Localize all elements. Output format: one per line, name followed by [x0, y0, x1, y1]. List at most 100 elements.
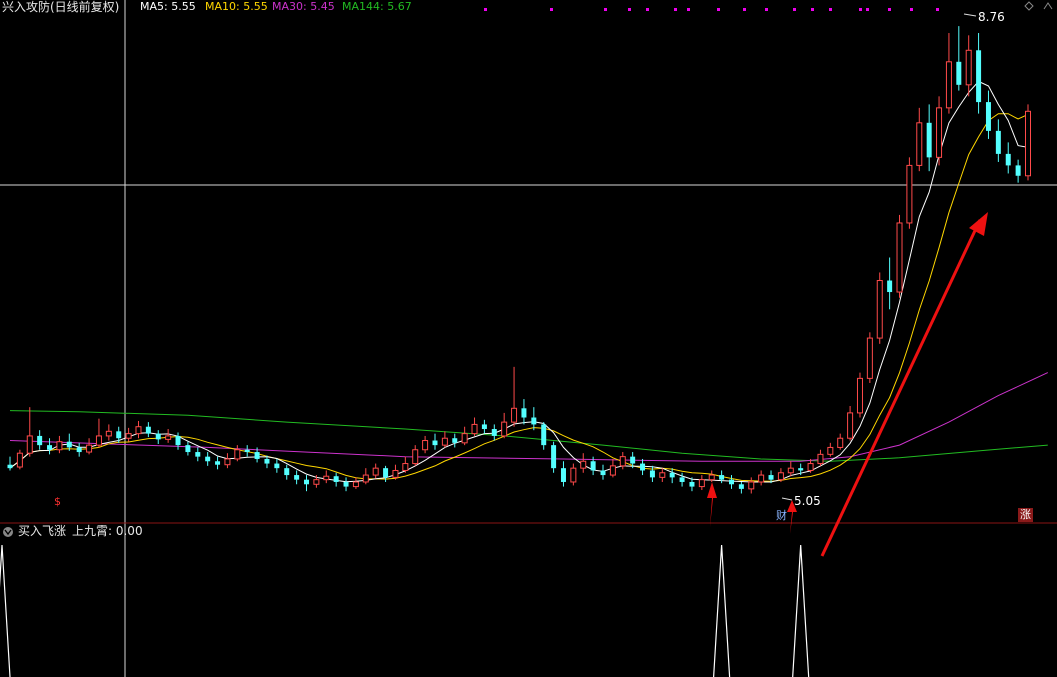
candle-body: [56, 441, 63, 451]
candle-body: [600, 470, 606, 476]
candle: [777, 468, 784, 482]
candle-body: [698, 479, 705, 488]
candle: [392, 464, 399, 480]
candle-body: [817, 453, 824, 465]
kline-chart: 兴入攻防 (日线前复权) MA5: 5.55 MA10: 5.55 MA30: …: [0, 0, 1057, 677]
candle-body: [224, 458, 231, 466]
candle-body: [541, 424, 547, 446]
candle: [412, 445, 419, 466]
candle: [738, 481, 744, 494]
candle-body: [234, 449, 241, 460]
candle-body: [798, 468, 804, 471]
candle-body: [719, 475, 725, 480]
candle-body: [580, 460, 587, 469]
candle: [936, 96, 943, 166]
candle: [16, 449, 23, 470]
candle-body: [343, 481, 349, 487]
trend-arrow-head: [969, 212, 988, 236]
diamond-icon[interactable]: [1024, 1, 1034, 11]
candle: [995, 119, 1001, 162]
signal-spike-0: [0, 544, 11, 677]
candle-body: [402, 463, 409, 471]
candle-body: [491, 429, 497, 436]
candle-body: [689, 481, 695, 487]
candle: [175, 432, 181, 450]
candle-body: [254, 452, 260, 459]
low-price-label: 5.05: [794, 494, 821, 508]
candle-body: [659, 472, 666, 478]
candle: [945, 33, 952, 114]
candle-body: [965, 49, 972, 86]
candle-body: [264, 458, 270, 464]
candle-body: [787, 467, 794, 474]
candle: [926, 104, 932, 172]
candle: [728, 475, 734, 489]
candle-body: [313, 479, 320, 485]
top-dot-10: [793, 8, 796, 11]
dollar-marker: $: [54, 495, 61, 508]
top-dot-11: [811, 8, 814, 11]
top-dot-16: [910, 8, 913, 11]
chevron-down-icon[interactable]: [3, 527, 13, 537]
candle: [224, 453, 231, 469]
stock-title: 兴入攻防: [2, 0, 50, 14]
top-dot-6: [687, 8, 690, 11]
candle-body: [372, 467, 379, 476]
candle: [906, 157, 913, 229]
top-dot-13: [859, 8, 862, 11]
candle: [362, 468, 369, 485]
candle: [521, 399, 527, 425]
candle-body: [175, 435, 181, 446]
candle: [47, 438, 53, 455]
candle-body: [590, 461, 596, 471]
candle-body: [244, 449, 250, 453]
candle-body: [985, 102, 991, 131]
candle: [501, 412, 508, 439]
candle: [244, 445, 250, 457]
candle-body: [866, 337, 873, 379]
top-dot-9: [765, 8, 768, 11]
expand-up-icon[interactable]: [1043, 2, 1053, 10]
candle-body: [86, 444, 93, 453]
candle: [352, 477, 359, 489]
candle-body: [383, 468, 389, 478]
top-dot-7: [717, 8, 720, 11]
candle-body: [471, 423, 478, 435]
candle: [560, 461, 566, 487]
candle: [284, 464, 290, 480]
candle-body: [995, 130, 1001, 154]
candle-body: [165, 435, 172, 440]
candle: [669, 468, 675, 484]
candle-body: [837, 437, 844, 448]
candle-body: [669, 472, 675, 478]
low-marker: 5.05: [781, 494, 821, 508]
high-marker: 8.76: [963, 10, 1005, 24]
candle: [294, 470, 300, 485]
top-dot-1: [550, 8, 553, 11]
candle-body: [1005, 153, 1011, 166]
candle-body: [708, 474, 715, 481]
candle-body: [274, 463, 280, 469]
candle: [205, 452, 211, 466]
candle-body: [412, 449, 419, 465]
candle-body: [956, 61, 962, 85]
candle: [441, 431, 448, 448]
candle-body: [768, 475, 774, 480]
ma5-line: [9, 80, 1029, 483]
candle-body: [432, 440, 438, 446]
top-dot-15: [888, 8, 891, 11]
candle: [511, 366, 518, 427]
candle: [372, 463, 379, 479]
candle: [965, 35, 972, 97]
candle: [66, 433, 72, 451]
candle: [659, 468, 666, 482]
candle-body: [323, 475, 330, 481]
candle: [304, 475, 310, 492]
candle: [856, 372, 863, 418]
candle: [748, 477, 755, 494]
candle-body: [352, 481, 359, 488]
ma30-legend: MA30: 5.45: [272, 0, 335, 13]
candle-body: [461, 433, 468, 444]
candle: [105, 424, 112, 441]
candle: [551, 441, 557, 473]
